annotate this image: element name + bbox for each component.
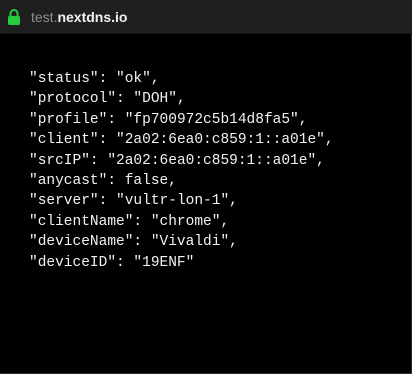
json-key: "client" <box>29 132 99 149</box>
json-line-protocol: "protocol": "DOH", <box>29 91 186 108</box>
json-line-status: "status": "ok", <box>29 71 160 87</box>
json-value: "fp700972c5b14d8fa5" <box>124 111 299 128</box>
url-domain: nextdns.io <box>57 9 128 25</box>
browser-window: test.nextdns.io "status": "ok", "protocol… <box>0 0 412 374</box>
url-text[interactable]: test.nextdns.io <box>31 8 127 26</box>
json-key: "server" <box>29 193 99 210</box>
json-value: "19ENF" <box>133 254 195 271</box>
json-value: "ok" <box>116 71 151 87</box>
json-value: "2a02:6ea0:c859:1::a01e" <box>116 132 325 149</box>
json-trail: , <box>298 111 308 128</box>
json-line-profile: "profile": "fp700972c5b14d8fa5", <box>29 111 308 128</box>
page-content: "status": "ok", "protocol": "DOH", "profil… <box>0 34 411 373</box>
json-trail: , <box>220 213 230 230</box>
json-trail: , <box>229 234 238 251</box>
json-line-clientname: "clientName": "chrome", <box>29 213 230 230</box>
json-value: "2a02:6ea0:c859:1::a01e" <box>107 152 317 169</box>
json-value: "DOH" <box>133 91 177 108</box>
json-trail: , <box>316 152 325 169</box>
json-trail: , <box>229 193 238 210</box>
json-value: "chrome" <box>150 213 221 230</box>
url-subdomain: test. <box>31 9 58 25</box>
json-value: "vultr-lon-1" <box>116 193 230 210</box>
json-line-devicename: "deviceName": "Vivaldi", <box>29 234 238 251</box>
json-value: false <box>124 172 169 189</box>
json-key: "deviceName" <box>29 234 134 251</box>
json-line-srcip: "srcIP": "2a02:6ea0:c859:1::a01e", <box>29 152 325 169</box>
json-line-server: "server": "vultr-lon-1", <box>29 193 238 210</box>
json-key: "profile" <box>29 111 108 128</box>
json-value: "Vivaldi" <box>150 234 230 251</box>
lock-icon[interactable] <box>7 8 21 26</box>
json-key: "srcIP" <box>29 152 90 169</box>
json-response: "status": "ok", "protocol": "DOH", "profil… <box>29 69 334 273</box>
json-key: "status" <box>29 71 99 87</box>
json-trail: , <box>168 172 177 189</box>
json-line-anycast: "anycast": false, <box>29 172 177 189</box>
json-key: "anycast" <box>29 172 108 189</box>
json-key: "protocol" <box>29 91 117 108</box>
json-trail: , <box>176 91 186 108</box>
json-trail: , <box>324 132 334 149</box>
json-key: "deviceID" <box>29 254 117 271</box>
json-line-client: "client": "2a02:6ea0:c859:1::a01e", <box>29 132 334 149</box>
json-key: "clientName" <box>29 213 134 230</box>
address-bar[interactable]: test.nextdns.io <box>0 0 412 34</box>
json-line-deviceid: "deviceID": "19ENF" <box>29 254 195 271</box>
json-trail: , <box>150 71 160 87</box>
